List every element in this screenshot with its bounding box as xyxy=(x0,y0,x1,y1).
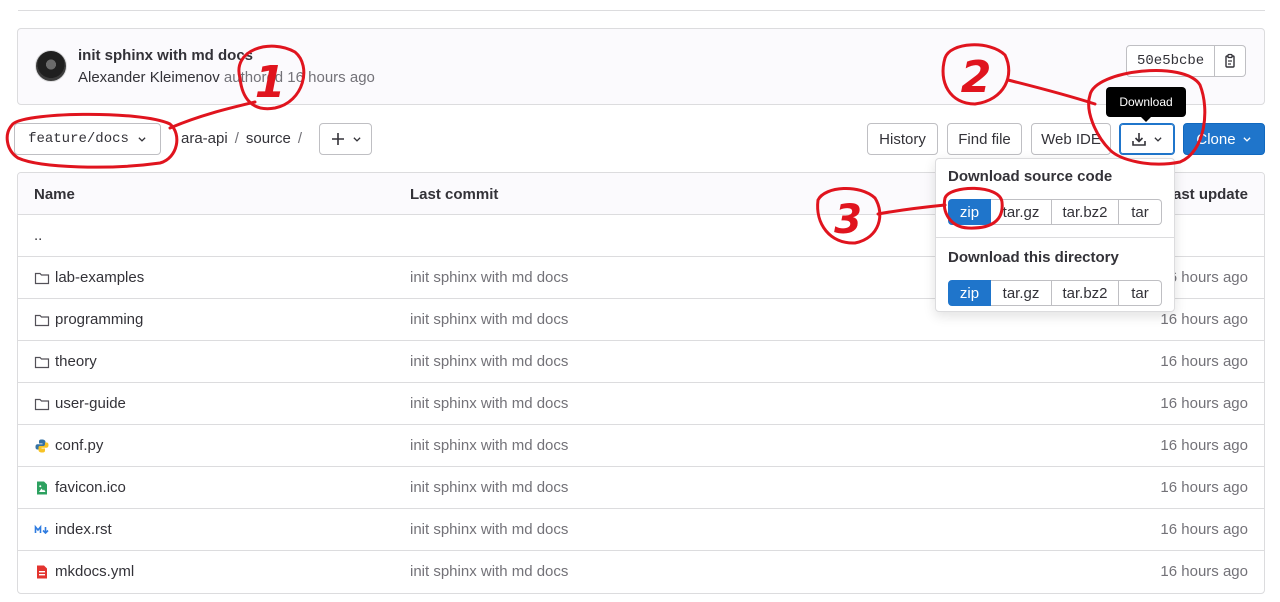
last-commit-message[interactable]: init sphinx with md docs xyxy=(410,269,568,286)
directory-tar-button[interactable]: tar xyxy=(1119,280,1162,306)
parent-directory-link[interactable]: .. xyxy=(34,227,42,244)
web-ide-button[interactable]: Web IDE xyxy=(1031,123,1111,155)
last-update-time: 16 hours ago xyxy=(1160,437,1248,454)
column-header-last-update: Last update xyxy=(1163,186,1248,203)
source-zip-button[interactable]: zip xyxy=(948,199,991,225)
add-to-tree-button[interactable] xyxy=(319,123,372,155)
directory-zip-button[interactable]: zip xyxy=(948,280,991,306)
breadcrumb-item-source[interactable]: source xyxy=(246,130,291,147)
file-name-cell[interactable]: mkdocs.yml xyxy=(34,563,134,580)
last-update-time: 16 hours ago xyxy=(1160,521,1248,538)
file-name[interactable]: mkdocs.yml xyxy=(55,563,134,580)
markdown-file-icon xyxy=(34,522,50,538)
download-tooltip: Download xyxy=(1106,87,1186,122)
folder-icon xyxy=(34,312,50,328)
last-commit-message[interactable]: init sphinx with md docs xyxy=(410,437,568,454)
file-name[interactable]: user-guide xyxy=(55,395,126,412)
folder-icon xyxy=(34,396,50,412)
source-tar-bz2-button[interactable]: tar.bz2 xyxy=(1052,199,1119,225)
file-name-cell[interactable]: programming xyxy=(34,311,143,328)
file-name-cell[interactable]: favicon.ico xyxy=(34,479,126,496)
image-file-icon xyxy=(34,480,50,496)
plus-icon xyxy=(331,133,344,145)
file-name-cell[interactable]: conf.py xyxy=(34,437,103,454)
file-name[interactable]: favicon.ico xyxy=(55,479,126,496)
top-divider xyxy=(18,0,1265,11)
commit-author[interactable]: Alexander Kleimenov xyxy=(78,69,220,86)
branch-name: feature/docs xyxy=(28,131,129,147)
breadcrumb-separator: / xyxy=(234,130,239,147)
branch-selector[interactable]: feature/docs xyxy=(14,123,161,155)
table-row[interactable]: favicon.ico init sphinx with md docs 16 ho… xyxy=(18,467,1264,509)
copy-sha-button[interactable] xyxy=(1215,45,1247,77)
last-commit-box: init sphinx with md docs Alexander Kleim… xyxy=(17,28,1265,105)
file-name-cell[interactable]: theory xyxy=(34,353,97,370)
file-name[interactable]: theory xyxy=(55,353,97,370)
last-update-time: 16 hours ago xyxy=(1160,353,1248,370)
source-format-group: zip tar.gz tar.bz2 tar xyxy=(948,199,1162,225)
directory-tar-bz2-button[interactable]: tar.bz2 xyxy=(1052,280,1119,306)
last-commit-message[interactable]: init sphinx with md docs xyxy=(410,395,568,412)
dropdown-divider xyxy=(936,237,1174,238)
python-file-icon xyxy=(34,438,50,454)
file-name-cell[interactable]: index.rst xyxy=(34,521,112,538)
breadcrumb: ara-api / source / xyxy=(181,130,309,147)
commit-meta: Alexander Kleimenov authored 16 hours ag… xyxy=(78,69,375,86)
clone-button[interactable]: Clone xyxy=(1183,123,1265,155)
last-commit-message[interactable]: init sphinx with md docs xyxy=(410,563,568,580)
directory-tar-gz-button[interactable]: tar.gz xyxy=(991,280,1052,306)
last-update-time: 16 hours ago xyxy=(1160,311,1248,328)
last-commit-message[interactable]: init sphinx with md docs xyxy=(410,311,568,328)
file-name-cell[interactable]: lab-examples xyxy=(34,269,144,286)
file-name[interactable]: index.rst xyxy=(55,521,112,538)
download-button[interactable] xyxy=(1119,123,1175,155)
download-icon xyxy=(1132,133,1146,146)
chevron-down-icon xyxy=(352,137,361,142)
folder-icon xyxy=(34,354,50,370)
chevron-down-icon xyxy=(138,137,146,142)
table-row[interactable]: index.rst init sphinx with md docs 16 hour… xyxy=(18,509,1264,551)
yaml-file-icon xyxy=(34,564,50,580)
file-name[interactable]: programming xyxy=(55,311,143,328)
avatar[interactable] xyxy=(35,50,67,82)
commit-sha-group: 50e5bcbe xyxy=(1126,45,1247,77)
breadcrumb-item-ara-api[interactable]: ara-api xyxy=(181,130,228,147)
last-update-time: 16 hours ago xyxy=(1160,479,1248,496)
source-tar-button[interactable]: tar xyxy=(1119,199,1162,225)
commit-authored-time: authored 16 hours ago xyxy=(223,69,375,86)
file-name[interactable]: lab-examples xyxy=(55,269,144,286)
chevron-down-icon xyxy=(1154,137,1162,142)
column-header-last-commit: Last commit xyxy=(410,186,499,203)
table-row[interactable]: user-guide init sphinx with md docs 16 hou… xyxy=(18,383,1264,425)
table-row[interactable]: mkdocs.yml init sphinx with md docs 16 hou… xyxy=(18,551,1264,593)
last-update-time: 16 hours ago xyxy=(1160,395,1248,412)
copy-icon xyxy=(1225,53,1235,68)
last-commit-message[interactable]: init sphinx with md docs xyxy=(410,521,568,538)
commit-sha[interactable]: 50e5bcbe xyxy=(1126,45,1216,77)
download-dropdown: Download source code zip tar.gz tar.bz2 … xyxy=(935,158,1175,312)
table-row[interactable]: conf.py init sphinx with md docs 16 hours … xyxy=(18,425,1264,467)
download-source-heading: Download source code xyxy=(948,168,1113,185)
source-tar-gz-button[interactable]: tar.gz xyxy=(991,199,1052,225)
directory-format-group: zip tar.gz tar.bz2 tar xyxy=(948,280,1162,306)
download-directory-heading: Download this directory xyxy=(948,249,1119,266)
file-name[interactable]: conf.py xyxy=(55,437,103,454)
table-row[interactable]: theory init sphinx with md docs 16 hours a… xyxy=(18,341,1264,383)
breadcrumb-separator: / xyxy=(297,130,303,147)
annotation-connector-1 xyxy=(168,100,257,130)
folder-icon xyxy=(34,270,50,286)
last-update-time: 16 hours ago xyxy=(1160,563,1248,580)
file-name-cell[interactable]: user-guide xyxy=(34,395,126,412)
history-button[interactable]: History xyxy=(867,123,938,155)
chevron-down-icon xyxy=(1243,137,1251,142)
column-header-name: Name xyxy=(34,186,75,203)
find-file-button[interactable]: Find file xyxy=(947,123,1022,155)
last-commit-message[interactable]: init sphinx with md docs xyxy=(410,479,568,496)
commit-title[interactable]: init sphinx with md docs xyxy=(78,47,253,64)
clone-button-label: Clone xyxy=(1196,130,1236,148)
last-commit-message[interactable]: init sphinx with md docs xyxy=(410,353,568,370)
